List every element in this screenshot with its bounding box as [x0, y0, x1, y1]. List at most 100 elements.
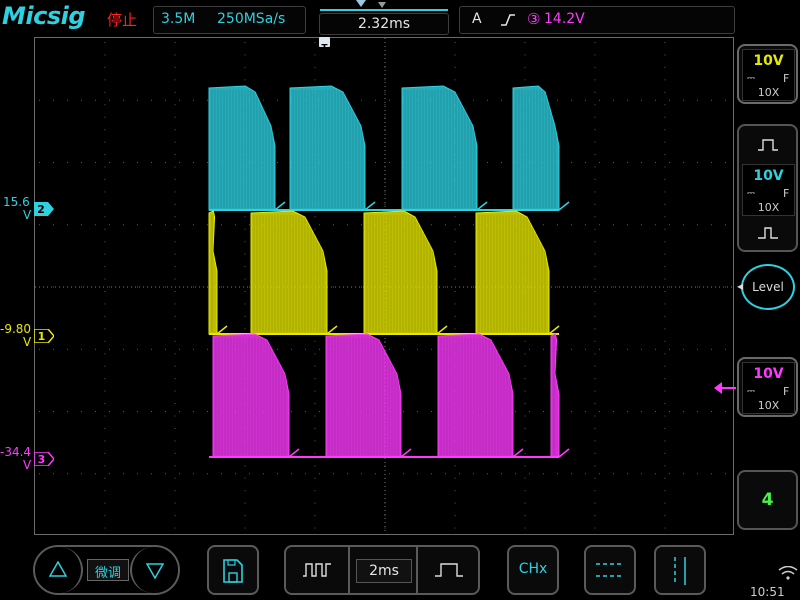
clock: 10:51: [750, 585, 785, 599]
grid-dot: [53, 286, 54, 288]
grid-dot: [487, 162, 488, 163]
trigger-level-marker[interactable]: [714, 380, 736, 399]
grid-dot: [571, 473, 572, 475]
ch3-ring: [558, 448, 570, 458]
grid-dot: [585, 348, 586, 350]
trigger-info-panel[interactable]: A ③ 14.2V: [459, 6, 735, 34]
grid-dot: [697, 411, 698, 412]
grid-dot: [174, 241, 176, 243]
grid-dot: [594, 228, 596, 230]
channel-c-scale-button[interactable]: 10V ⎓ F 10X: [737, 357, 798, 417]
grid-dot: [571, 411, 572, 412]
grid-dot: [594, 54, 596, 56]
grid-dot: [613, 348, 614, 350]
waveform-display[interactable]: [34, 37, 735, 536]
grid-dot: [454, 216, 456, 218]
fine-down-button[interactable]: [130, 547, 178, 593]
grid-dot: [454, 328, 456, 330]
acquisition-info-panel[interactable]: 3.5M 250MSa/s: [153, 6, 306, 34]
fine-up-button[interactable]: [35, 547, 83, 593]
grid-dot: [174, 116, 176, 118]
increase-scale-button[interactable]: [739, 126, 796, 162]
grid-dot: [594, 154, 596, 156]
grid-dot: [104, 378, 106, 380]
grid-dot: [664, 253, 666, 255]
ch3-burst: [437, 333, 514, 458]
run-stop-status[interactable]: 停止: [107, 9, 137, 30]
timebase-increase-button[interactable]: [286, 547, 350, 593]
grid-dot: [361, 473, 362, 475]
trigger-time-marker[interactable]: T: [319, 37, 330, 54]
grid-dot: [53, 411, 54, 412]
grid-dot: [174, 54, 176, 56]
grid-dot: [244, 490, 246, 492]
grid-dot: [137, 224, 138, 226]
grid-dot: [104, 291, 106, 292]
grid-dot: [543, 224, 544, 226]
save-disk-icon: [223, 559, 243, 583]
grid-dot: [244, 216, 246, 218]
grid-dot: [244, 477, 246, 479]
grid-dot: [454, 228, 456, 230]
grid-dot: [39, 411, 40, 412]
timebase-readout[interactable]: 2ms: [356, 559, 412, 583]
grid-dot: [291, 348, 292, 350]
grid-dot: [104, 253, 106, 255]
grid-dot: [594, 490, 596, 492]
grid-dot: [123, 224, 124, 226]
channel-select-button[interactable]: CHx: [507, 545, 559, 595]
timebase-decrease-button[interactable]: [416, 547, 480, 593]
grid-dot: [244, 266, 246, 268]
grid-dot: [174, 477, 176, 479]
grid-dot: [454, 477, 456, 479]
grid-dot: [104, 403, 106, 405]
fine-adjust-label-box[interactable]: 微调: [87, 559, 129, 581]
grid-dot: [613, 162, 614, 163]
grid-dot: [244, 278, 246, 280]
grid-dot: [104, 79, 106, 81]
decrease-scale-button[interactable]: [739, 216, 796, 250]
grid-dot: [594, 315, 596, 317]
channel-a-scale-button[interactable]: 10V ⎓ F 10X: [737, 44, 798, 104]
grid-dot: [524, 79, 526, 81]
grid-dot: [104, 241, 106, 243]
grid-dot: [594, 203, 596, 205]
vertical-cursor-button[interactable]: [654, 545, 706, 595]
grid-dot: [165, 224, 166, 226]
horizontal-cursor-button[interactable]: [584, 545, 636, 595]
grid-dot: [454, 465, 456, 467]
grid-dot: [585, 224, 586, 226]
ch2-marker[interactable]: 2: [34, 201, 54, 220]
grid-dot: [179, 99, 180, 101]
ch1-marker[interactable]: 1: [33, 328, 55, 347]
ch3-marker[interactable]: 3: [33, 451, 55, 470]
horizontal-position-bar[interactable]: [320, 0, 448, 12]
grid-dot: [95, 224, 96, 226]
level-knob-button[interactable]: ◀ Level: [737, 264, 795, 310]
grid-dot: [174, 216, 176, 218]
dc-coupling-icon: ⎓: [747, 73, 755, 84]
grid-dot: [81, 286, 82, 288]
grid-dot: [104, 278, 106, 280]
grid-dot: [594, 116, 596, 118]
grid-dot: [389, 162, 390, 163]
grid-dot: [599, 473, 600, 475]
grid-dot: [664, 365, 666, 367]
timebase-value: 2ms: [369, 563, 399, 579]
grid-dot: [174, 415, 176, 417]
grid-dot: [524, 54, 526, 56]
save-button[interactable]: [207, 545, 259, 595]
grid-dot: [431, 473, 432, 475]
grid-dot: [664, 116, 666, 118]
grid-dot: [417, 348, 418, 350]
grid-dot: [473, 224, 474, 226]
grid-dot: [39, 162, 40, 163]
t-marker-icon: T: [321, 44, 328, 54]
time-offset-readout[interactable]: 2.32ms: [319, 13, 449, 35]
channel-count-button[interactable]: 4: [737, 470, 798, 530]
grid-dot: [109, 348, 110, 350]
grid-dot: [669, 286, 670, 288]
grid-dot: [594, 515, 596, 517]
ch1-ring: [548, 325, 560, 335]
grid-dot: [67, 473, 68, 475]
